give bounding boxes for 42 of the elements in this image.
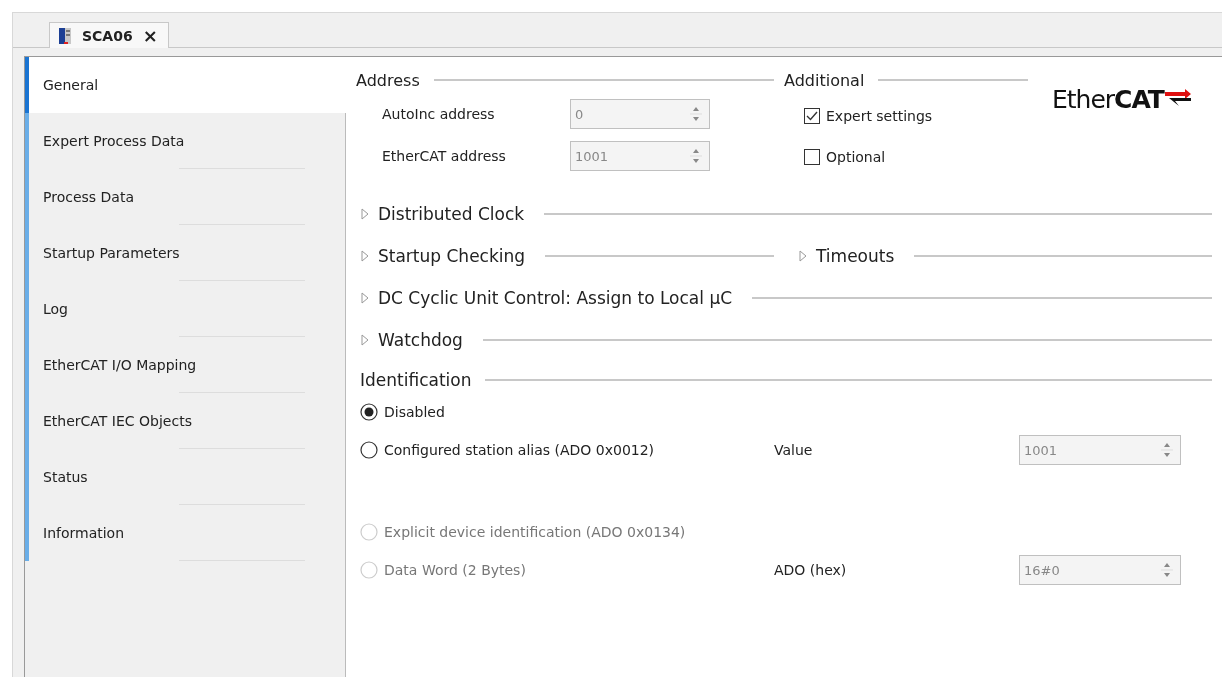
sidebar-item[interactable]: EtherCAT I/O Mapping (25, 337, 345, 393)
section-header[interactable]: DC Cyclic Unit Control: Assign to Local µC (378, 288, 733, 308)
expand-arrow-icon[interactable] (360, 249, 370, 263)
expand-arrow-icon[interactable] (360, 291, 370, 305)
expand-arrow-icon[interactable] (798, 249, 808, 263)
arrows-icon (1164, 89, 1191, 107)
field-label: EtherCAT address (382, 148, 507, 164)
section-header[interactable]: Distributed Clock (378, 204, 525, 224)
radio-button[interactable] (360, 403, 378, 421)
radio-label: Data Word (2 Bytes) (384, 562, 526, 578)
field-label: Value (774, 442, 814, 458)
checkbox-label: Optional (826, 148, 886, 165)
editor-tab[interactable]: SCA06 × (49, 22, 169, 48)
sidebar-item[interactable]: EtherCAT IEC Objects (25, 393, 345, 449)
checkbox[interactable] (804, 107, 820, 124)
sidebar-item[interactable]: Process Data (25, 169, 345, 225)
radio-label: Disabled (384, 404, 445, 420)
tab-title: SCA06 (82, 27, 133, 44)
checkbox[interactable] (804, 148, 820, 165)
section-header[interactable]: Timeouts (816, 246, 895, 266)
sidebar-item[interactable]: Status (25, 449, 345, 505)
sidebar-item[interactable]: Expert Process Data (25, 113, 345, 169)
close-icon[interactable]: × (142, 26, 158, 45)
radio-label: Configured station alias (ADO 0x0012) (384, 442, 655, 458)
expand-arrow-icon[interactable] (360, 333, 370, 347)
section-title: Additional (784, 70, 865, 90)
section-header[interactable]: Startup Checking (378, 246, 526, 266)
field-label: AutoInc address (382, 106, 496, 122)
logo-text: EtherCAT (1052, 85, 1164, 114)
radio-label: Explicit device identification (ADO 0x0134) (384, 524, 686, 540)
section-title: Address (356, 70, 420, 90)
radio-button[interactable] (360, 441, 378, 459)
sidebar-item[interactable]: General (25, 57, 346, 113)
expand-arrow-icon[interactable] (360, 207, 370, 221)
device-icon (58, 26, 72, 45)
sidebar-item[interactable]: Startup Parameters (25, 225, 345, 281)
field-label: ADO (hex) (774, 562, 848, 578)
section-title: Identification (360, 370, 472, 390)
section-header[interactable]: Watchdog (378, 330, 463, 350)
sidebar-item[interactable]: Log (25, 281, 345, 337)
sidebar-item[interactable]: Information (25, 505, 345, 561)
checkbox-label: Expert settings (826, 107, 933, 124)
